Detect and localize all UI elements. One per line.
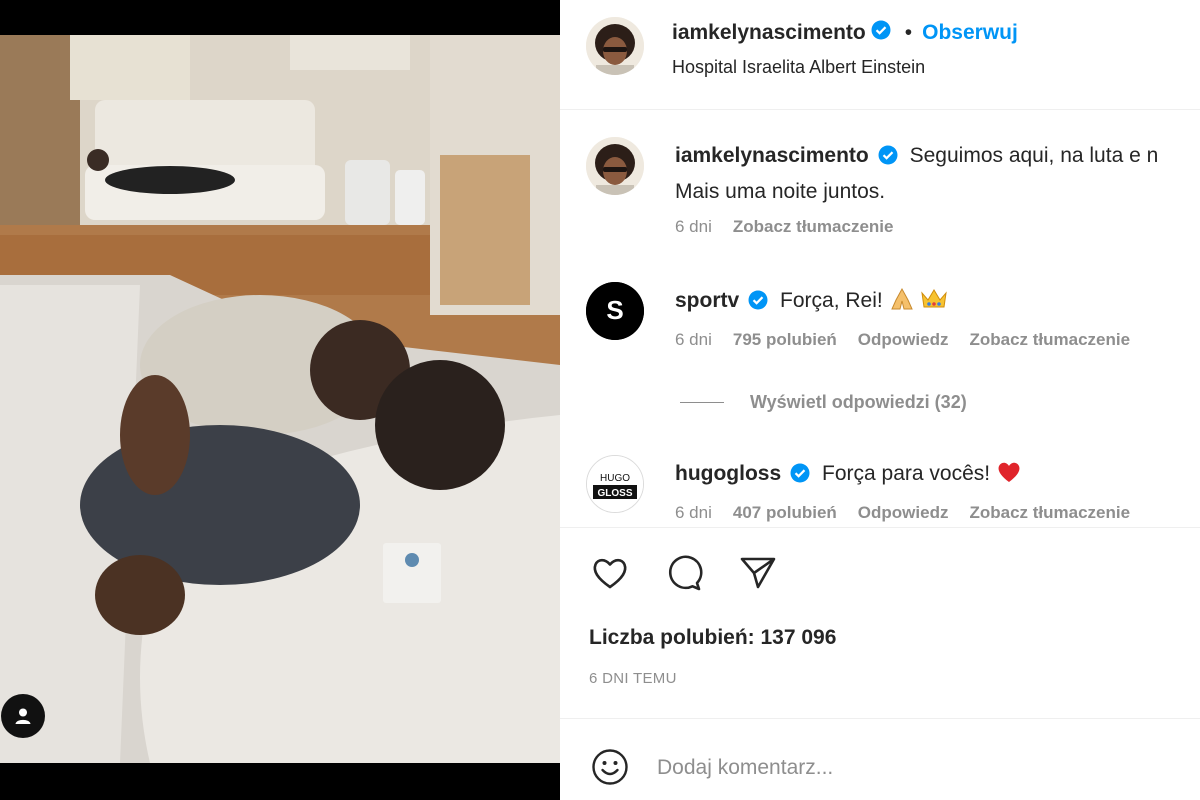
verified-badge-icon bbox=[871, 20, 891, 45]
heart-icon bbox=[593, 558, 627, 589]
comment-likes[interactable]: 407 polubień bbox=[733, 503, 837, 523]
post-actions bbox=[588, 551, 780, 595]
svg-text:S: S bbox=[606, 295, 623, 325]
comment-button[interactable] bbox=[662, 551, 706, 595]
likes-count[interactable]: Liczba polubień: 137 096 bbox=[589, 626, 836, 650]
avatar-text-top: HUGO bbox=[600, 473, 630, 484]
red-heart-icon bbox=[996, 460, 1022, 494]
divider bbox=[560, 718, 1200, 719]
comment-time[interactable]: 6 dni bbox=[675, 503, 712, 523]
avatar[interactable]: HUGO GLOSS bbox=[586, 455, 644, 513]
comment-time[interactable]: 6 dni bbox=[675, 330, 712, 350]
share-button[interactable] bbox=[736, 551, 780, 595]
user-tag-icon bbox=[15, 708, 31, 724]
comment-username[interactable]: iamkelynascimento bbox=[675, 144, 869, 167]
post-details-panel: iamkelynascimento • Obserwuj Hospital Is… bbox=[560, 0, 1200, 800]
follow-button[interactable]: Obserwuj bbox=[922, 21, 1018, 45]
comment-icon bbox=[668, 555, 703, 591]
comment-username[interactable]: sportv bbox=[675, 289, 739, 312]
verified-badge-icon bbox=[748, 287, 768, 320]
avatar[interactable] bbox=[586, 137, 644, 195]
comment-text: Seguimos aqui, na luta e n bbox=[909, 144, 1159, 167]
see-translation-button[interactable]: Zobacz tłumaczenie bbox=[969, 503, 1130, 523]
hospital-room-photo bbox=[0, 35, 560, 763]
verified-badge-icon bbox=[878, 142, 898, 175]
post-media bbox=[0, 0, 560, 800]
folded-hands-icon bbox=[889, 287, 915, 321]
comment-likes[interactable]: 795 polubień bbox=[733, 330, 837, 350]
comment-username[interactable]: hugogloss bbox=[675, 462, 781, 485]
avatar-text-bottom: GLOSS bbox=[597, 488, 632, 499]
comment-time[interactable]: 6 dni bbox=[675, 217, 712, 237]
comment-text-line2: Mais uma noite juntos. bbox=[675, 180, 886, 203]
emoji-picker-button[interactable] bbox=[590, 747, 630, 787]
see-translation-button[interactable]: Zobacz tłumaczenie bbox=[969, 330, 1130, 350]
comments-list[interactable]: iamkelynascimento Seguimos aqui, na luta… bbox=[560, 111, 1200, 527]
see-translation-button[interactable]: Zobacz tłumaczenie bbox=[733, 217, 894, 237]
avatar[interactable] bbox=[586, 17, 644, 75]
add-comment-input[interactable] bbox=[657, 750, 1157, 786]
comment-text: Força, Rei! bbox=[780, 289, 883, 312]
view-replies-label: Wyświetl odpowiedzi (32) bbox=[750, 392, 967, 412]
smiley-icon bbox=[592, 749, 628, 785]
view-replies-button[interactable]: Wyświetl odpowiedzi (32) bbox=[680, 392, 967, 413]
post-author-username[interactable]: iamkelynascimento bbox=[672, 21, 866, 45]
divider bbox=[560, 527, 1200, 528]
like-button[interactable] bbox=[588, 551, 632, 595]
user-tag-button[interactable] bbox=[1, 694, 45, 738]
crown-icon bbox=[920, 287, 948, 321]
verified-badge-icon bbox=[790, 460, 810, 493]
post-header: iamkelynascimento • Obserwuj Hospital Is… bbox=[560, 0, 1200, 110]
post-timestamp[interactable]: 6 DNI TEMU bbox=[589, 670, 677, 687]
reply-button[interactable]: Odpowiedz bbox=[858, 503, 949, 523]
share-icon bbox=[740, 557, 776, 589]
comment-text: Força para vocês! bbox=[822, 462, 991, 485]
separator-dot: • bbox=[904, 20, 913, 44]
replies-divider bbox=[680, 402, 724, 403]
post-location[interactable]: Hospital Israelita Albert Einstein bbox=[672, 57, 925, 78]
instagram-post-view: iamkelynascimento • Obserwuj Hospital Is… bbox=[0, 0, 1200, 800]
avatar[interactable]: S bbox=[586, 282, 644, 340]
reply-button[interactable]: Odpowiedz bbox=[858, 330, 949, 350]
